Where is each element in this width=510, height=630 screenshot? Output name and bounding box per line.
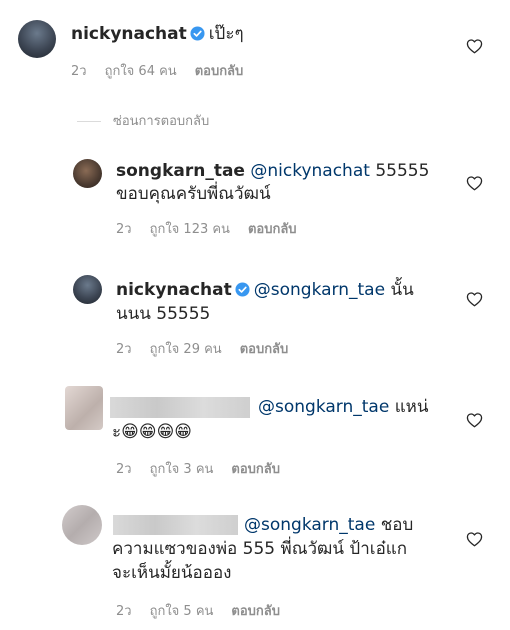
like-count[interactable]: ถูกใจ 123 คน xyxy=(150,218,230,239)
mention-link[interactable]: @nickynachat xyxy=(250,161,370,181)
username-redacted xyxy=(113,515,238,535)
comment-body: ชอบ xyxy=(375,515,414,535)
mention-link[interactable]: @songkarn_tae xyxy=(258,397,389,417)
hide-replies-button[interactable]: ซ่อนการตอบกลับ xyxy=(77,110,209,131)
mention-link[interactable]: @songkarn_tae xyxy=(244,515,375,535)
reply-button[interactable]: ตอบกลับ xyxy=(231,458,280,479)
comment-text-line2: ขอบคุณครับพี่ณวัฒน์ xyxy=(116,184,271,204)
comment-meta: 2ว ถูกใจ 29 คน ตอบกลับ xyxy=(116,338,306,359)
like-count[interactable]: ถูกใจ 3 คน xyxy=(150,458,214,479)
username[interactable]: songkarn_tae xyxy=(116,161,245,181)
comment-text: songkarn_tae @nickynachat 55555 xyxy=(116,160,429,183)
timestamp[interactable]: 2ว xyxy=(116,600,132,621)
reply-button[interactable]: ตอบกลับ xyxy=(195,60,244,81)
heart-outline-icon[interactable] xyxy=(466,175,483,191)
timestamp[interactable]: 2ว xyxy=(116,218,132,239)
reply-button[interactable]: ตอบกลับ xyxy=(248,218,297,239)
like-count[interactable]: ถูกใจ 5 คน xyxy=(150,600,214,621)
comment-text: nickynachat @songkarn_tae นั้น xyxy=(116,279,414,302)
timestamp[interactable]: 2ว xyxy=(71,60,87,81)
avatar[interactable] xyxy=(18,20,56,58)
timestamp[interactable]: 2ว xyxy=(116,458,132,479)
comment-meta: 2ว ถูกใจ 3 คน ตอบกลับ xyxy=(116,458,298,479)
heart-outline-icon[interactable] xyxy=(466,412,483,428)
username[interactable]: nickynachat xyxy=(71,24,187,44)
heart-outline-icon[interactable] xyxy=(466,531,483,547)
reply-button[interactable]: ตอบกลับ xyxy=(240,338,289,359)
comment-text-line2: นนน 55555 xyxy=(116,304,211,324)
comment-text: @songkarn_tae แหน่ xyxy=(258,396,429,419)
avatar[interactable] xyxy=(73,159,102,188)
timestamp[interactable]: 2ว xyxy=(116,338,132,359)
hide-replies-label: ซ่อนการตอบกลับ xyxy=(113,114,210,129)
comment-body: 55555 xyxy=(369,161,430,181)
avatar[interactable] xyxy=(65,386,103,430)
like-count[interactable]: ถูกใจ 64 คน xyxy=(105,60,177,81)
verified-badge-icon xyxy=(235,282,250,297)
avatar[interactable] xyxy=(62,505,102,545)
heart-outline-icon[interactable] xyxy=(466,38,483,54)
comment-body: เป๊ะๆ xyxy=(208,24,244,44)
comment-meta: 2ว ถูกใจ 5 คน ตอบกลับ xyxy=(116,600,298,621)
username[interactable]: nickynachat xyxy=(116,280,232,300)
comment-text: @songkarn_tae ชอบ xyxy=(244,514,413,537)
avatar[interactable] xyxy=(73,275,102,304)
comment-text-line2: ความแซวของพ่อ 555 พี่ณวัฒน์ ป้าเอ๋แก xyxy=(112,539,408,559)
comment-text-line2: ะ😁😁😁😁 xyxy=(112,422,193,442)
comment-meta: 2ว ถูกใจ 64 คน ตอบกลับ xyxy=(71,60,261,81)
comment-meta: 2ว ถูกใจ 123 คน ตอบกลับ xyxy=(116,218,315,239)
like-count[interactable]: ถูกใจ 29 คน xyxy=(150,338,222,359)
comment-text-line3: จะเห็นมั้ยน้อออง xyxy=(112,563,232,583)
comment-body: แหน่ xyxy=(389,397,429,417)
reply-button[interactable]: ตอบกลับ xyxy=(231,600,280,621)
verified-badge-icon xyxy=(190,26,205,41)
username-redacted xyxy=(110,397,250,418)
toggle-divider xyxy=(77,121,101,122)
comment-body: นั้น xyxy=(385,280,414,300)
mention-link[interactable]: @songkarn_tae xyxy=(254,280,385,300)
heart-outline-icon[interactable] xyxy=(466,291,483,307)
comment-text: nickynachat เป๊ะๆ xyxy=(71,23,244,46)
